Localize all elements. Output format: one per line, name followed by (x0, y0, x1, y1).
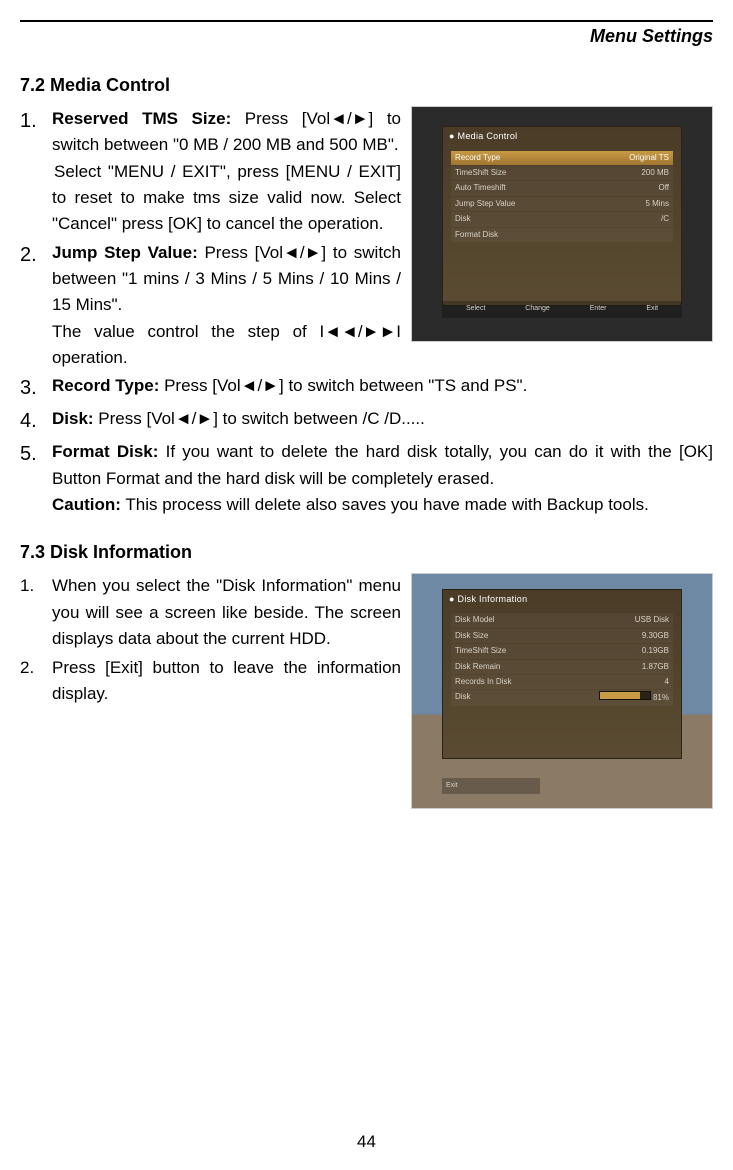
row-auto-timeshift: Auto TimeshiftOff (451, 181, 673, 195)
disk-information-screenshot: ● Disk Information Disk ModelUSB Disk Di… (411, 573, 713, 809)
item-body: Format Disk: If you want to delete the h… (52, 439, 713, 518)
row-timeshift-size: TimeShift Size0.19GB (451, 644, 673, 658)
item-body: Press [Exit] button to leave the informa… (52, 655, 401, 708)
item-number: 2. (20, 240, 52, 372)
item-body: Disk: Press [Vol◄/►] to switch between /… (52, 406, 713, 437)
row-disk-model: Disk ModelUSB Disk (451, 613, 673, 627)
tv-panel: ● Media Control Record TypeOriginal TS T… (442, 126, 682, 306)
row-disk-remain: Disk Remain1.87GB (451, 660, 673, 674)
item-text-2: The value control the step of I◄◄/►►I op… (52, 322, 401, 367)
section-7-2-body: ● Media Control Record TypeOriginal TS T… (20, 106, 713, 520)
panel-rows: Record TypeOriginal TS TimeShift Size200… (443, 147, 681, 246)
list-item: 5. Format Disk: If you want to delete th… (20, 439, 713, 518)
list-item: 3. Record Type: Press [Vol◄/►] to switch… (20, 373, 713, 404)
footer-exit: Exit (646, 304, 658, 315)
footer-enter: Enter (590, 304, 607, 315)
progress-bar (599, 691, 651, 700)
caution-lead: Caution: (52, 495, 121, 514)
row-jump-step: Jump Step Value5 Mins (451, 197, 673, 211)
tv-panel: ● Disk Information Disk ModelUSB Disk Di… (442, 589, 682, 759)
item-lead: Reserved TMS Size: (52, 109, 231, 128)
panel-rows: Disk ModelUSB Disk Disk Size9.30GB TimeS… (443, 609, 681, 709)
row-disk-usage: Disk 81% (451, 690, 673, 705)
footer-select: Select (466, 304, 485, 315)
page: Menu Settings 7.2 Media Control ● Media … (0, 0, 733, 1170)
panel-footer: Select Change Enter Exit (442, 301, 682, 318)
list-item: 2. Jump Step Value: Press [Vol◄/►] to sw… (20, 240, 401, 372)
item-number: 5. (20, 439, 52, 518)
panel-title: ● Media Control (443, 127, 681, 147)
caution-text: This process will delete also saves you … (121, 495, 649, 514)
row-format-disk: Format Disk (451, 228, 673, 242)
footer-exit: Exit (446, 781, 458, 792)
list-item: 2. Press [Exit] button to leave the info… (20, 655, 401, 708)
item-lead: Format Disk: (52, 442, 158, 461)
row-record-type: Record TypeOriginal TS (451, 151, 673, 165)
progress-value: 81% (653, 693, 669, 702)
media-control-screenshot: ● Media Control Record TypeOriginal TS T… (411, 106, 713, 342)
item-number: 1. (20, 573, 52, 652)
item-body: Record Type: Press [Vol◄/►] to switch be… (52, 373, 713, 404)
section-7-3-body: ● Disk Information Disk ModelUSB Disk Di… (20, 573, 713, 815)
footer-change: Change (525, 304, 550, 315)
row-records: Records In Disk4 (451, 675, 673, 689)
row-timeshift-size: TimeShift Size200 MB (451, 166, 673, 180)
section-7-2-heading: 7.2 Media Control (20, 75, 713, 96)
item-body: Reserved TMS Size: Press [Vol◄/►] to swi… (52, 106, 401, 238)
top-rule (20, 20, 713, 22)
list-item: 1. Reserved TMS Size: Press [Vol◄/►] to … (20, 106, 401, 238)
item-number: 1. (20, 106, 52, 238)
row-disk: Disk/C (451, 212, 673, 226)
item-text: Press [Vol◄/►] to switch between /C /D..… (94, 409, 425, 428)
section-7-3-heading: 7.3 Disk Information (20, 542, 713, 563)
page-number: 44 (0, 1132, 733, 1152)
item-body: Jump Step Value: Press [Vol◄/►] to switc… (52, 240, 401, 372)
list-item: 4. Disk: Press [Vol◄/►] to switch betwee… (20, 406, 713, 437)
row-disk-size: Disk Size9.30GB (451, 629, 673, 643)
item-body: When you select the "Disk Information" m… (52, 573, 401, 652)
panel-footer: Exit (442, 778, 540, 795)
item-number: 2. (20, 655, 52, 708)
item-number: 4. (20, 406, 52, 437)
list-item: 1. When you select the "Disk Information… (20, 573, 401, 652)
item-number: 3. (20, 373, 52, 404)
item-lead: Record Type: (52, 376, 159, 395)
panel-title-text: Disk Information (458, 594, 528, 604)
item-text: Press [Vol◄/►] to switch between "TS and… (159, 376, 527, 395)
item-lead: Jump Step Value: (52, 243, 198, 262)
item-lead: Disk: (52, 409, 94, 428)
panel-title: ● Disk Information (443, 590, 681, 610)
page-header-title: Menu Settings (20, 26, 713, 47)
item-text-2: Select "MENU / EXIT", press [MENU / EXIT… (52, 162, 401, 234)
progress-fill (600, 692, 641, 699)
panel-title-text: Media Control (458, 131, 518, 141)
